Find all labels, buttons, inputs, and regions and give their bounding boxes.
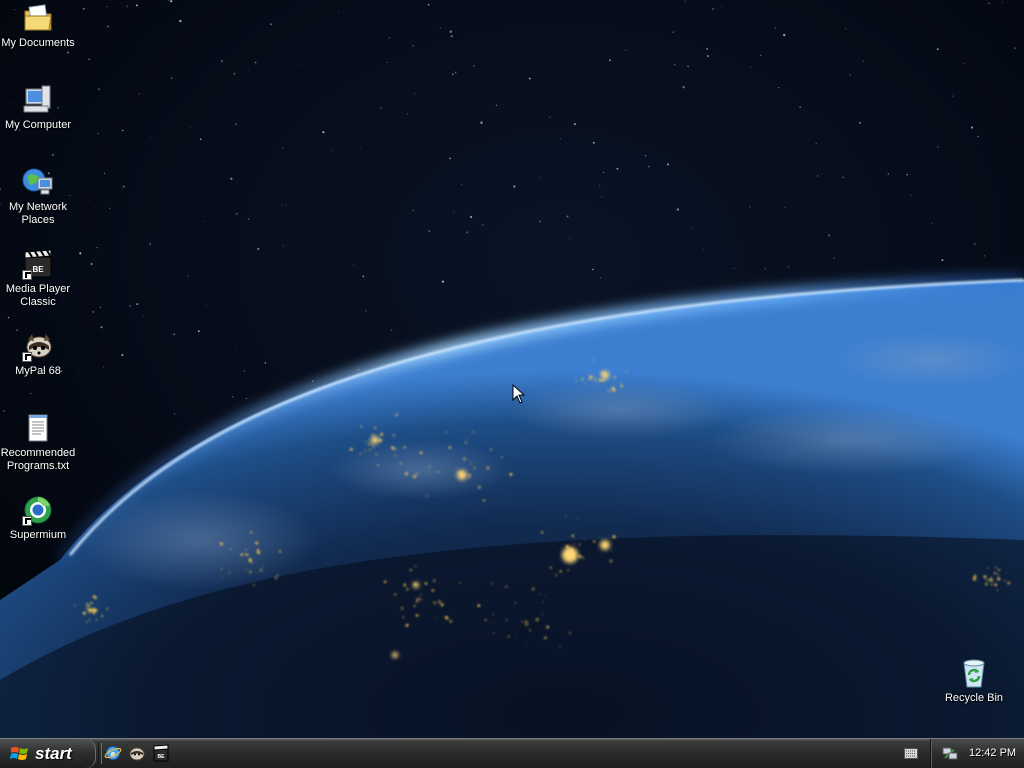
my-computer-icon (22, 84, 54, 116)
desktop-wallpaper (0, 0, 1024, 738)
desktop-icon-my-documents[interactable]: My Documents (0, 2, 76, 50)
supermium-browser-icon (22, 494, 54, 526)
quick-launch-separator (98, 743, 102, 764)
start-label: start (35, 743, 72, 763)
clock[interactable]: 12:42 PM (969, 747, 1016, 759)
mypal-icon[interactable] (128, 744, 146, 762)
desktop-icon-recommended-programs-txt[interactable]: Recommended Programs.txt (0, 412, 76, 473)
mouse-pointer-icon (512, 383, 526, 405)
shortcut-arrow-icon (22, 516, 32, 526)
desktop-icon-label: Supermium (9, 529, 67, 541)
desktop-icon-my-network-places[interactable]: My Network Places (0, 166, 76, 227)
desktop-icon-recycle-bin[interactable]: Recycle Bin (936, 657, 1012, 705)
desktop-icon-my-computer[interactable]: My Computer (0, 84, 76, 132)
desktop-icon-label: MyPal 68 (15, 365, 61, 377)
svg-text:BE: BE (32, 265, 44, 274)
media-player-classic-icon[interactable]: BE (152, 744, 170, 762)
quick-launch-bar: e BE (104, 744, 170, 764)
start-button[interactable]: start (0, 739, 96, 768)
network-places-icon (22, 166, 54, 198)
desktop-icon-label: My Computer (4, 119, 72, 131)
desktop-icon-media-player-classic[interactable]: BE Media Player Classic (0, 248, 76, 309)
mypal-icon (22, 330, 54, 362)
network-connection-icon[interactable] (942, 746, 958, 761)
shortcut-arrow-icon (22, 352, 32, 362)
svg-text:BE: BE (158, 754, 166, 760)
desktop-icon-label: Recommended Programs.txt (0, 447, 76, 472)
internet-explorer-icon[interactable]: e (104, 744, 122, 762)
keyboard-icon[interactable] (904, 748, 918, 759)
shortcut-arrow-icon (22, 270, 32, 280)
taskbar: start e BE 12:42 PM (0, 738, 1024, 768)
recycle-bin-icon (958, 657, 990, 689)
desktop-icon-label: My Network Places (8, 201, 68, 226)
media-player-classic-icon: BE (22, 248, 54, 280)
desktop-icon-label: Recycle Bin (944, 692, 1004, 704)
desktop-icon-mypal-68[interactable]: MyPal 68 (0, 330, 76, 378)
system-tray: 12:42 PM (930, 739, 1024, 768)
desktop-icon-label: My Documents (1, 37, 75, 49)
windows-flag-icon (10, 746, 28, 760)
my-documents-folder-icon (22, 2, 54, 34)
desktop-icon-supermium[interactable]: Supermium (0, 494, 76, 542)
text-file-icon (22, 412, 54, 444)
desktop-icon-label: Media Player Classic (5, 283, 71, 308)
